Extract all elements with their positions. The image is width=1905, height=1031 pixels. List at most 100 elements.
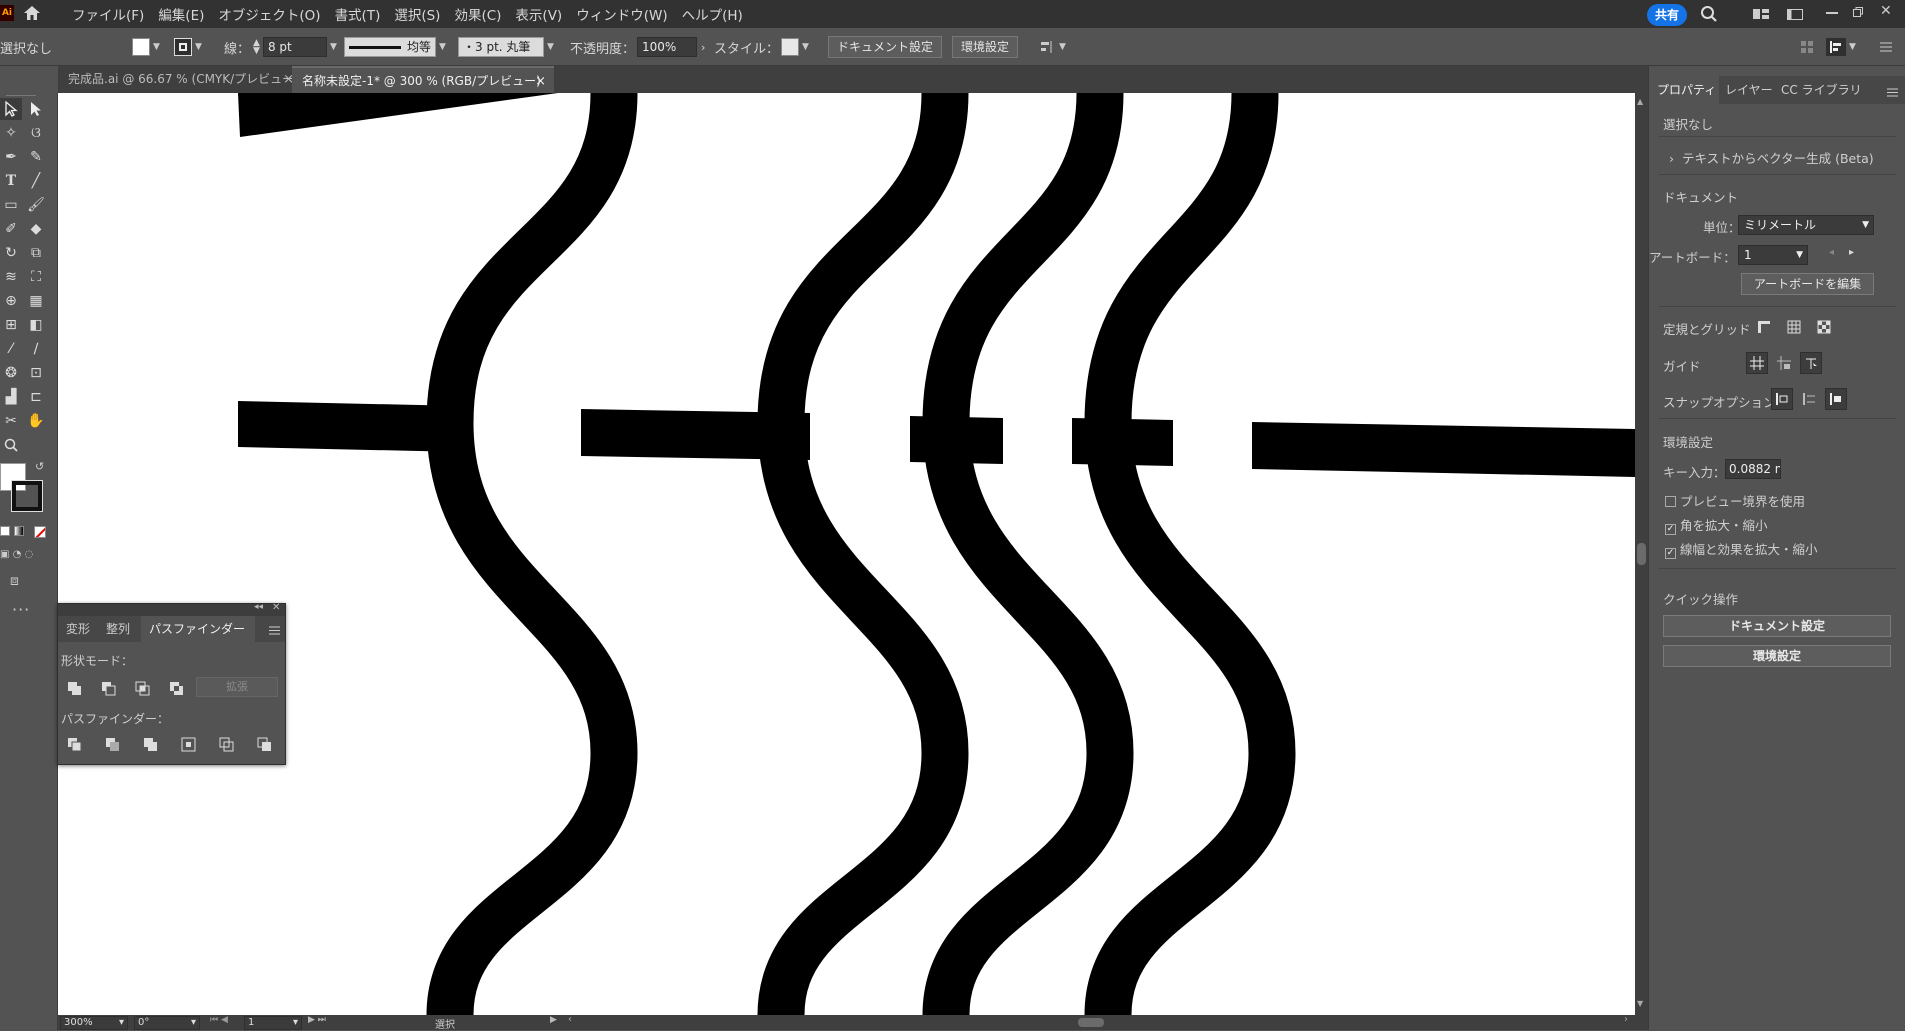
chevron-down-icon[interactable]: ▼ (547, 42, 554, 52)
menu-window[interactable]: ウィンドウ(W) (576, 4, 667, 24)
artboard-canvas[interactable] (58, 93, 1635, 1015)
tab-align[interactable]: 整列 (106, 616, 130, 642)
panel-titlebar[interactable]: ◂◂ ✕ (58, 602, 285, 616)
menu-type[interactable]: 書式(T) (335, 4, 381, 24)
arrange-icon[interactable]: ▼ (1040, 28, 1066, 66)
menu-select[interactable]: 選択(S) (394, 4, 440, 24)
quick-document-setup-button[interactable]: ドキュメント設定 (1663, 615, 1891, 637)
swap-colors-icon[interactable]: ↺ (35, 460, 44, 473)
chevron-down-icon[interactable]: ▼ (802, 42, 809, 52)
share-button[interactable]: 共有 (1647, 4, 1687, 26)
menu-file[interactable]: ファイル(F) (72, 4, 144, 24)
eyedropper-tool-icon[interactable]: ⁄ (0, 338, 22, 360)
close-window-icon[interactable]: ✕ (1880, 4, 1894, 18)
brush-definition[interactable]: ・3 pt. 丸筆 ▼ (458, 28, 554, 66)
grid-toggle-icon[interactable] (1800, 28, 1814, 66)
close-icon[interactable]: ✕ (272, 602, 280, 613)
mesh-tool-icon[interactable]: ⊞ (0, 314, 22, 336)
wave-path[interactable] (922, 93, 1134, 1015)
status-menu-icon[interactable]: ▶ (550, 1015, 557, 1025)
blend-tool-icon[interactable]: ∕ (25, 338, 47, 360)
rectangle-tool-icon[interactable]: ▭ (0, 194, 22, 216)
checkmark-icon[interactable]: ✓ (1665, 524, 1676, 535)
tab-transform[interactable]: 変形 (66, 616, 90, 642)
chevron-down-icon[interactable]: ▾ (293, 1017, 298, 1029)
type-tool-icon[interactable]: T (0, 170, 22, 192)
menu-view[interactable]: 表示(V) (515, 4, 562, 24)
search-icon[interactable] (1700, 5, 1720, 25)
use-preview-bounds-checkbox[interactable]: プレビュー境界を使用 (1665, 491, 1805, 510)
perspective-grid-tool-icon[interactable]: ▦ (25, 290, 47, 312)
wave-path[interactable] (757, 93, 969, 1015)
stepper-icon[interactable]: ▲ ▼ (253, 39, 260, 56)
home-icon[interactable] (22, 4, 44, 24)
scale-corners-checkbox[interactable]: ✓ 角を拡大・縮小 (1665, 515, 1768, 535)
panel-menu-icon[interactable] (1887, 86, 1898, 101)
lasso-tool-icon[interactable]: ଓ (25, 122, 47, 144)
chevron-right-icon[interactable]: › (1669, 151, 1674, 166)
warp-tool-icon[interactable]: ≋ (0, 266, 22, 288)
chevron-down-icon[interactable]: ▾ (119, 1017, 124, 1029)
vector-gen-section[interactable]: › テキストからベクター生成 (Beta) (1669, 148, 1874, 167)
checkmark-icon[interactable]: ✓ (1665, 548, 1676, 559)
chevron-right-icon[interactable]: › (701, 41, 705, 54)
edit-artboard-button[interactable]: アートボードを編集 (1741, 273, 1874, 295)
document-setup-button[interactable]: ドキュメント設定 (828, 36, 943, 58)
stroke-profile[interactable]: 均等 ▼ (344, 28, 446, 66)
wave-path[interactable] (1084, 93, 1296, 1015)
selection-tool-icon[interactable] (0, 98, 22, 120)
transparency-grid-icon[interactable] (1813, 316, 1835, 338)
opacity-input[interactable]: 100% (637, 37, 698, 57)
workspace-icon[interactable] (1752, 7, 1770, 21)
menu-effect[interactable]: 効果(C) (454, 4, 501, 24)
arrange-documents-icon[interactable] (1786, 7, 1804, 21)
shape-builder-tool-icon[interactable]: ⊕ (0, 290, 22, 312)
rotation-field[interactable]: 0° ▾ (134, 1016, 200, 1030)
intersect-icon[interactable] (135, 681, 151, 697)
none-mode-icon[interactable] (34, 526, 46, 538)
zoom-field[interactable]: 300% ▾ (60, 1016, 128, 1030)
chevron-down-icon[interactable]: ▼ (330, 42, 337, 52)
menu-edit[interactable]: 編集(E) (158, 4, 204, 24)
close-icon[interactable]: × (535, 68, 546, 95)
free-transform-tool-icon[interactable]: ⛶ (25, 266, 47, 288)
rotate-tool-icon[interactable]: ↻ (0, 242, 22, 264)
column-graph-tool-icon[interactable]: ⊡ (25, 362, 47, 384)
align-to-icon[interactable]: ▼ (1826, 28, 1856, 66)
minimize-icon[interactable] (1826, 12, 1838, 14)
artwork[interactable] (58, 93, 1635, 1015)
tab-cc-libraries[interactable]: CC ライブラリ (1781, 76, 1862, 104)
snap-to-grid-icon[interactable] (1798, 388, 1820, 410)
panel-menu-icon[interactable] (1880, 28, 1892, 66)
pen-tool-icon[interactable]: ✒ (0, 146, 22, 168)
trim-icon[interactable] (105, 737, 121, 753)
screen-mode-icon[interactable]: ⧈ (10, 573, 19, 589)
tab-document-2[interactable]: 名称未設定-1* @ 300 % (RGB/プレビュー) × (292, 66, 554, 95)
divide-icon[interactable] (67, 737, 83, 753)
more-tools-icon[interactable]: ··· (12, 600, 30, 619)
gradient-mode-icon[interactable] (14, 526, 24, 536)
artboard-nav-next-icon[interactable]: ▶ ⏭ (308, 1015, 326, 1025)
wave-path[interactable] (426, 93, 638, 1015)
exclude-icon[interactable] (169, 681, 185, 697)
stroke-color-swatch[interactable] (11, 480, 43, 512)
shaper-tool-icon[interactable]: ✐ (0, 218, 22, 240)
tab-pathfinder[interactable]: パスファインダー (141, 616, 255, 642)
artboard-nav-first-icon[interactable]: ⏮ ◀ (210, 1015, 228, 1025)
snap-to-point-icon[interactable] (1771, 388, 1793, 410)
draw-mode-icon[interactable]: ▣ ◔ ◌ (0, 549, 33, 560)
tab-document-1[interactable]: 完成品.ai @ 66.67 % (CMYK/プレビュー) × (58, 66, 302, 93)
chevron-right-icon[interactable]: ▸ (1849, 247, 1854, 258)
chevron-left-icon[interactable]: ‹ (568, 1014, 572, 1025)
slice-tool-icon[interactable]: ✂ (0, 410, 22, 432)
menu-help[interactable]: ヘルプ(H) (682, 4, 743, 24)
chevron-down-icon[interactable]: ▾ (191, 1017, 196, 1029)
smart-guides-icon[interactable] (1800, 352, 1822, 374)
chevron-up-icon[interactable]: ▲ (1637, 97, 1643, 106)
lock-guides-icon[interactable] (1773, 352, 1795, 374)
chevron-right-icon[interactable]: › (1624, 1014, 1628, 1025)
grid-icon[interactable] (1783, 316, 1805, 338)
menu-object[interactable]: オブジェクト(O) (218, 4, 320, 24)
fill-swatch[interactable] (132, 38, 150, 56)
outline-icon[interactable] (219, 737, 235, 753)
